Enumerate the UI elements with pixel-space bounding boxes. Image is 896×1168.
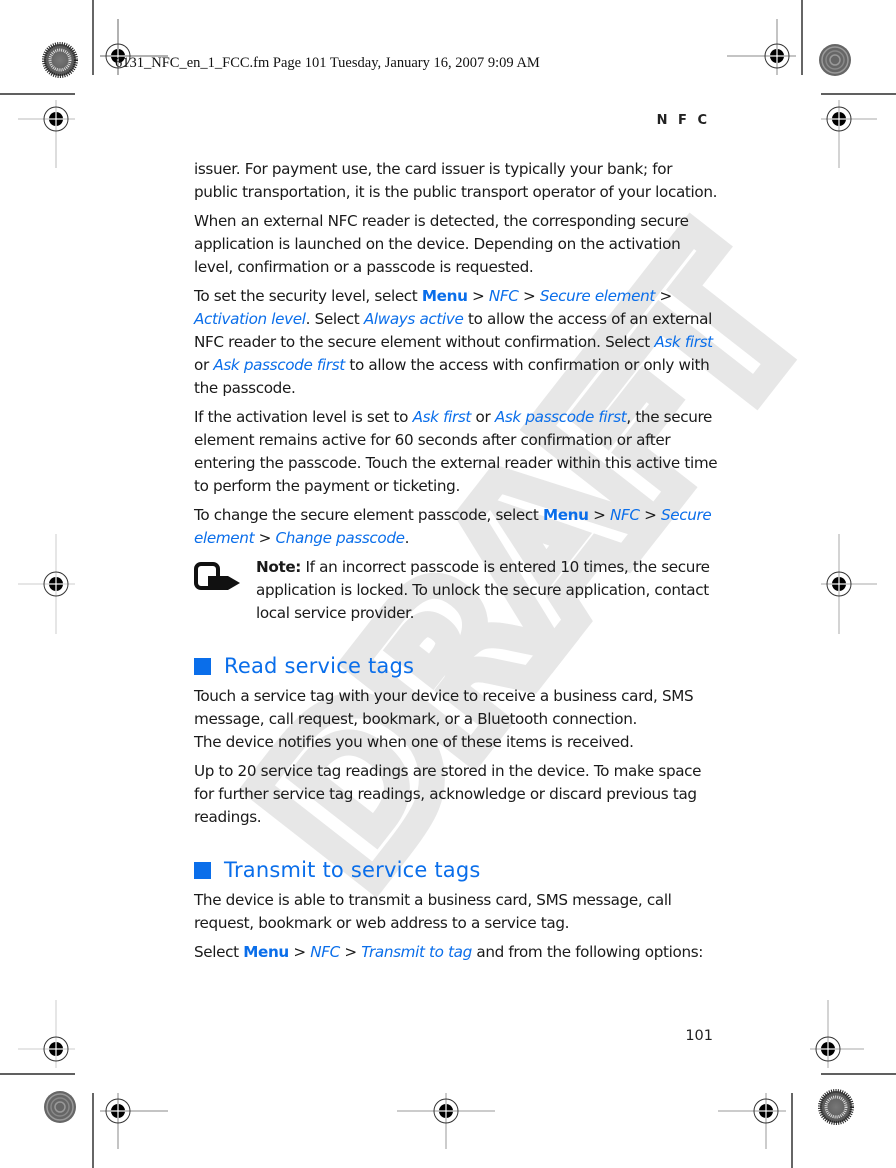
paragraph-change-passcode: To change the secure element passcode, s… xyxy=(194,506,712,547)
running-head: N F C xyxy=(656,113,710,128)
menu-path-activation-level: Activation level xyxy=(194,310,306,328)
menu-path-menu: Menu xyxy=(542,506,589,524)
heading-bullet-square-icon xyxy=(194,861,211,879)
note-box: Note: If an incorrect passcode is entere… xyxy=(194,556,719,625)
paragraph-transmit-path: Select Menu > NFC > Transmit to tag and … xyxy=(194,943,704,961)
note-hand-icon xyxy=(194,562,240,590)
menu-path-nfc: NFC xyxy=(488,287,519,305)
heading-bullet-square-icon xyxy=(194,657,211,675)
paragraph-activation-timeout: If the activation level is set to Ask fi… xyxy=(194,408,718,495)
option-ask-first: Ask first xyxy=(654,333,713,351)
option-ask-passcode-first: Ask passcode first xyxy=(213,356,345,374)
star-target-bottom-left xyxy=(44,1091,76,1123)
menu-path-menu: Menu xyxy=(421,287,468,305)
menu-path-change-passcode: Change passcode xyxy=(275,529,405,547)
menu-path-menu: Menu xyxy=(243,943,289,961)
paragraph-issuer: issuer. For payment use, the card issuer… xyxy=(194,160,718,201)
print-slug-line: 6131_NFC_en_1_FCC.fm Page 101 Tuesday, J… xyxy=(115,55,540,71)
menu-path-nfc: NFC xyxy=(609,506,640,524)
menu-path-nfc: NFC xyxy=(310,943,340,961)
star-target-top-left xyxy=(42,42,78,78)
note-text: Note: If an incorrect passcode is entere… xyxy=(256,558,710,622)
star-target-top-right xyxy=(819,44,851,76)
menu-path-transmit-to-tag: Transmit to tag xyxy=(361,943,472,961)
paragraph-reader-detected: When an external NFC reader is detected,… xyxy=(194,212,689,276)
page-number: 101 xyxy=(685,1028,713,1044)
paragraph-security-level: To set the security level, select Menu >… xyxy=(194,287,713,397)
option-ask-passcode-first: Ask passcode first xyxy=(494,408,627,426)
section-heading-read-service-tags: Read service tags xyxy=(194,653,719,679)
paragraph-transmit-capability: The device is able to transmit a busines… xyxy=(194,891,672,932)
option-always-active: Always active xyxy=(363,310,464,328)
star-target-bottom-right xyxy=(818,1089,854,1125)
section-heading-transmit-to-service-tags: Transmit to service tags xyxy=(194,857,719,883)
paragraph-touch-service-tag: Touch a service tag with your device to … xyxy=(194,687,694,751)
note-label: Note: xyxy=(256,558,302,576)
page-body: issuer. For payment use, the card issuer… xyxy=(194,158,719,970)
option-ask-first: Ask first xyxy=(412,408,472,426)
menu-path-secure-element: Secure element xyxy=(539,287,655,305)
paragraph-tag-storage: Up to 20 service tag readings are stored… xyxy=(194,762,702,826)
